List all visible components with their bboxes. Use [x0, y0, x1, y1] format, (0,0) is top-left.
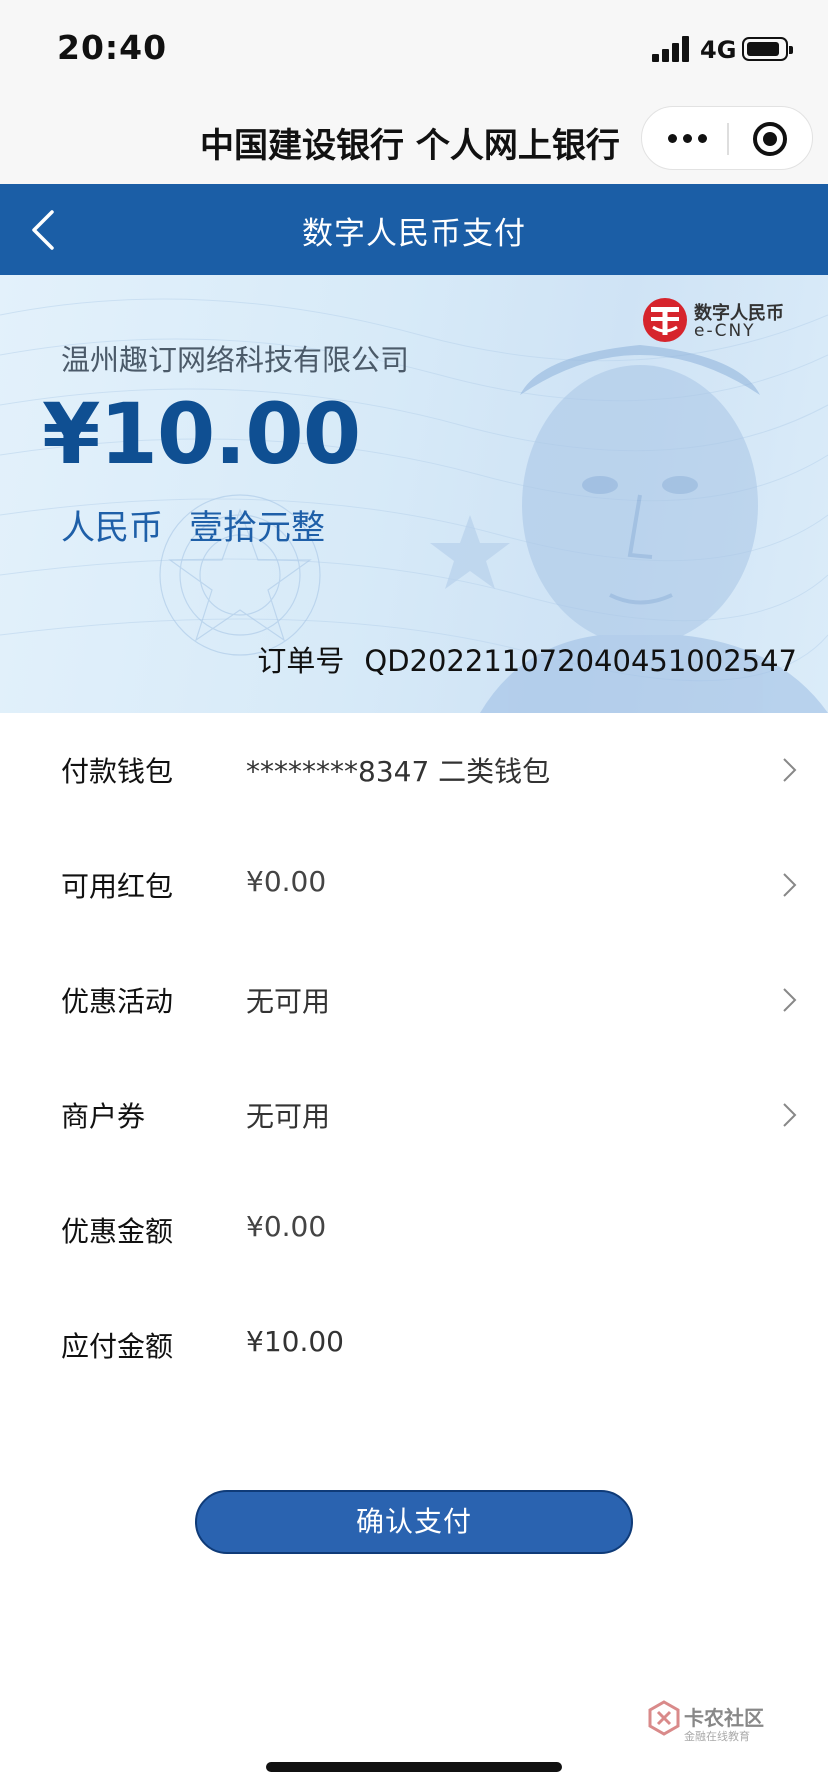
battery-icon: [742, 37, 793, 61]
row-label: 商户券: [61, 1100, 146, 1133]
row-label: 付款钱包: [61, 755, 174, 788]
row-red-packet[interactable]: 可用红包 ¥0.00: [0, 828, 828, 943]
row-merchant-coupon[interactable]: 商户券 无可用: [0, 1058, 828, 1173]
more-dots-icon[interactable]: [668, 130, 708, 148]
ecny-brand-en: e-CNY: [694, 321, 756, 341]
merchant-name: 温州趣订网络科技有限公司: [61, 343, 410, 377]
chevron-right-icon: [783, 873, 797, 897]
signal-bars-icon: [652, 36, 692, 62]
row-label: 优惠活动: [61, 985, 174, 1018]
row-value: ********8347 二类钱包: [246, 755, 551, 788]
watermark-logo-icon: [648, 1700, 680, 1736]
capsule-divider: [727, 123, 729, 155]
order-number: QD20221107204045100254​7: [364, 644, 797, 678]
row-value: 无可用: [246, 985, 331, 1018]
capsule-menu: [641, 106, 813, 170]
row-value: ¥0.00: [246, 865, 327, 898]
mini-program-title: 中国建设银行 个人网上银行: [200, 126, 620, 166]
payment-details-list: 付款钱包 ********8347 二类钱包 可用红包 ¥0.00 优惠活动 无…: [0, 713, 828, 1403]
watermark: 卡农社区 金融在线教育: [648, 1700, 768, 1748]
chevron-right-icon: [783, 988, 797, 1012]
payment-card: 数字人民币 e-CNY 温州趣订网络科技有限公司 ¥10.00 人民币 壹拾元整 …: [0, 275, 828, 713]
payment-amount: ¥10.00: [42, 385, 361, 483]
network-type: 4G: [700, 36, 737, 64]
target-close-icon[interactable]: [753, 122, 787, 156]
row-value: ¥10.00: [246, 1325, 344, 1358]
status-time: 20:40: [57, 28, 168, 67]
row-discount-amount: 优惠金额 ¥0.00: [0, 1173, 828, 1288]
row-label: 优惠金额: [61, 1215, 174, 1248]
mini-program-header: 中国建设银行 个人网上银行: [0, 100, 828, 184]
amount-words: 壹拾元整: [189, 508, 325, 548]
row-wallet[interactable]: 付款钱包 ********8347 二类钱包: [0, 713, 828, 828]
row-promotion[interactable]: 优惠活动 无可用: [0, 943, 828, 1058]
order-info: 订单号 QD20221107204045100254​7: [257, 638, 797, 680]
row-label: 应付金额: [61, 1330, 174, 1363]
status-bar: 20:40 4G: [0, 0, 828, 100]
home-indicator[interactable]: [266, 1762, 562, 1772]
ecny-logo: 数字人民币 e-CNY: [642, 297, 792, 347]
ecny-logo-icon: [643, 298, 687, 342]
confirm-pay-button[interactable]: 确认支付: [195, 1490, 633, 1554]
chevron-right-icon: [783, 758, 797, 782]
watermark-subtitle: 金融在线教育: [684, 1730, 750, 1743]
currency-label: 人民币: [61, 508, 163, 548]
row-value: 无可用: [246, 1100, 331, 1133]
row-value: ¥0.00: [246, 1210, 327, 1243]
order-label: 订单号: [257, 644, 345, 678]
page-title: 数字人民币支付: [302, 216, 526, 252]
row-label: 可用红包: [61, 870, 174, 903]
row-payable-amount: 应付金额 ¥10.00: [0, 1288, 828, 1403]
watermark-title: 卡农社区: [684, 1706, 764, 1730]
chevron-right-icon: [783, 1103, 797, 1127]
amount-in-words: 人民币 壹拾元整: [61, 500, 325, 549]
nav-bar: 数字人民币支付: [0, 184, 828, 275]
